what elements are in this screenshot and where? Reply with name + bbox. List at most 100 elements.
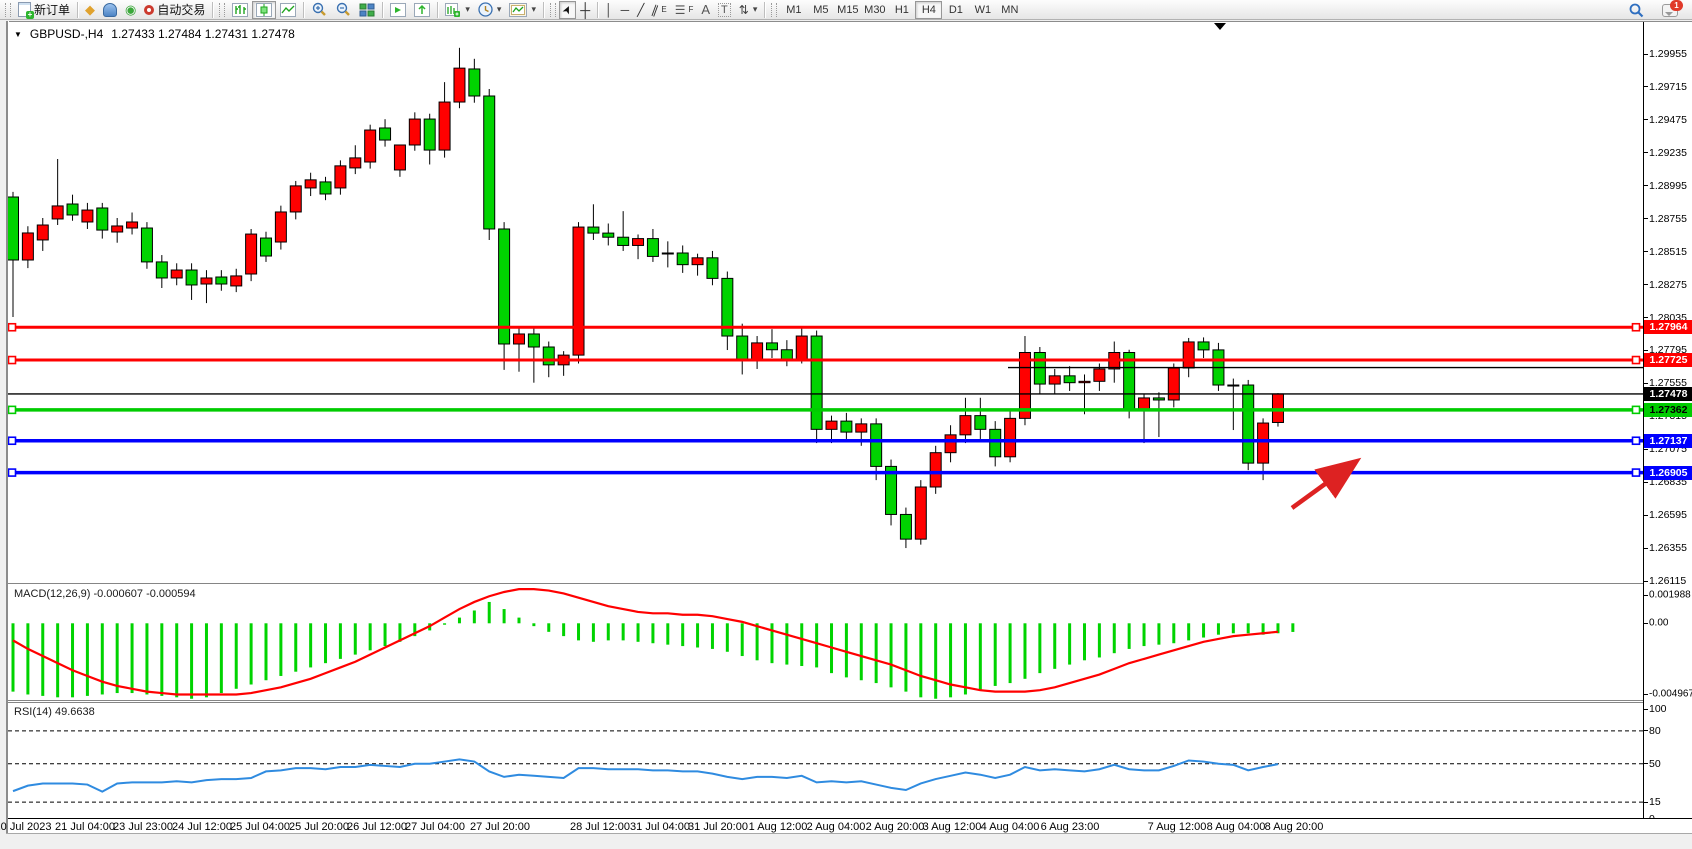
toolbar-separator bbox=[382, 2, 383, 18]
axis-tick bbox=[1644, 350, 1648, 351]
bar-chart-button[interactable] bbox=[228, 1, 252, 19]
zoom-in-button[interactable] bbox=[307, 1, 331, 19]
price-axis-label: 1.28275 bbox=[1649, 279, 1687, 291]
candle-chart-button[interactable] bbox=[252, 1, 276, 19]
timeframe-m30[interactable]: M30 bbox=[861, 1, 888, 19]
time-axis-label: 20 Jul 2023 bbox=[0, 821, 51, 833]
gold-icon: ◆ bbox=[85, 4, 95, 16]
chart-shift-icon bbox=[414, 3, 430, 17]
chart-forward-button[interactable] bbox=[386, 1, 410, 19]
price-axis-label: 1.29235 bbox=[1649, 147, 1687, 159]
dropdown-caret-icon: ▾ bbox=[531, 4, 536, 15]
toolbar-grip[interactable] bbox=[771, 3, 777, 17]
rsi-panel[interactable]: RSI(14) 49.6638 bbox=[8, 703, 1643, 818]
community-button[interactable] bbox=[99, 1, 121, 19]
template-button[interactable]: ▾ bbox=[505, 1, 540, 19]
search-button[interactable] bbox=[1624, 1, 1648, 19]
timeframe-w1[interactable]: W1 bbox=[969, 1, 996, 19]
axis-tick bbox=[1644, 317, 1648, 318]
macd-panel[interactable]: MACD(12,26,9) -0.000607 -0.000594 bbox=[8, 585, 1643, 700]
signal-button[interactable]: ◉ bbox=[121, 1, 140, 19]
price-axis[interactable]: 1.299551.297151.294751.292351.289951.287… bbox=[1643, 22, 1692, 833]
timeframe-m5[interactable]: M5 bbox=[807, 1, 834, 19]
line-chart-button[interactable] bbox=[276, 1, 300, 19]
axis-tick bbox=[1644, 152, 1648, 153]
timeframe-m1[interactable]: M1 bbox=[780, 1, 807, 19]
time-axis-label: 25 Jul 20:00 bbox=[289, 821, 349, 833]
macd-axis-label: -0.004967 bbox=[1649, 689, 1692, 700]
toolbar-separator bbox=[303, 2, 304, 18]
toolbar-grip[interactable] bbox=[550, 3, 556, 17]
candlestick-chart bbox=[8, 22, 1643, 583]
new-order-label: 新订单 bbox=[34, 1, 70, 18]
toolbar: + 新订单 ◆ ◉ 自动交易 ▾ bbox=[0, 0, 1692, 20]
axis-tick bbox=[1644, 449, 1648, 450]
channel-tool-button[interactable]: ∥E bbox=[648, 1, 670, 19]
toolbar-grip[interactable] bbox=[5, 3, 11, 17]
axis-tick bbox=[1644, 581, 1648, 582]
period-button[interactable]: ▾ bbox=[474, 1, 506, 19]
axis-tick bbox=[1644, 802, 1648, 803]
new-order-button[interactable]: + 新订单 bbox=[14, 1, 74, 19]
time-axis-label: 25 Jul 04:00 bbox=[230, 821, 290, 833]
line-chart-icon bbox=[280, 3, 296, 17]
price-axis-label: 1.29955 bbox=[1649, 48, 1687, 60]
price-axis-label: 1.26115 bbox=[1649, 575, 1686, 587]
symbol-header: ▼ GBPUSD-,H4 1.27433 1.27484 1.27431 1.2… bbox=[14, 27, 295, 41]
timeframe-m15[interactable]: M15 bbox=[834, 1, 861, 19]
axis-tick bbox=[1644, 251, 1648, 252]
new-order-icon: + bbox=[18, 2, 31, 17]
timeframe-d1[interactable]: D1 bbox=[942, 1, 969, 19]
price-axis-label: 1.26595 bbox=[1649, 509, 1687, 521]
time-axis-label: 8 Aug 04:00 bbox=[1207, 821, 1266, 833]
arrows-tool-button[interactable]: ⇅ ▾ bbox=[735, 1, 762, 19]
timeframe-mn[interactable]: MN bbox=[996, 1, 1023, 19]
label-tool-button[interactable]: T bbox=[714, 1, 735, 19]
cursor-tool-button[interactable]: ➤ bbox=[559, 1, 576, 19]
time-axis-label: 28 Jul 12:00 bbox=[570, 821, 630, 833]
trendline-tool-button[interactable]: ╱ bbox=[633, 1, 648, 19]
axis-tick bbox=[1644, 218, 1648, 219]
clock-icon bbox=[478, 2, 493, 17]
chart-shift-marker[interactable] bbox=[1214, 23, 1226, 30]
autotrade-icon bbox=[144, 5, 154, 15]
timeframe-h4[interactable]: H4 bbox=[915, 1, 942, 19]
time-axis-label: 23 Jul 23:00 bbox=[113, 821, 173, 833]
time-axis-label: 2 Aug 20:00 bbox=[866, 821, 925, 833]
bottom-strip bbox=[6, 833, 1692, 849]
toolbar-separator bbox=[77, 2, 78, 18]
time-axis-label: 6 Aug 23:00 bbox=[1041, 821, 1100, 833]
axis-tick bbox=[1644, 54, 1648, 55]
crosshair-tool-button[interactable]: ┼ bbox=[576, 1, 594, 19]
rsi-axis-label: 80 bbox=[1649, 725, 1661, 737]
new-chart-button[interactable]: ▾ bbox=[441, 1, 474, 19]
macd-title: MACD(12,26,9) -0.000607 -0.000594 bbox=[14, 588, 196, 600]
price-panel[interactable]: ▼ GBPUSD-,H4 1.27433 1.27484 1.27431 1.2… bbox=[8, 22, 1643, 583]
arrows-tool-icon: ⇅ bbox=[739, 4, 749, 16]
chart-shift-button[interactable] bbox=[410, 1, 434, 19]
time-axis-label: 27 Jul 20:00 bbox=[470, 821, 530, 833]
macd-chart bbox=[8, 585, 1643, 700]
axis-tick bbox=[1644, 482, 1648, 483]
toolbar-grip[interactable] bbox=[219, 3, 225, 17]
hline-tool-button[interactable]: ─ bbox=[617, 1, 634, 19]
axis-tick bbox=[1644, 623, 1648, 624]
timeframe-h1[interactable]: H1 bbox=[888, 1, 915, 19]
search-icon bbox=[1628, 2, 1644, 18]
gold-button[interactable]: ◆ bbox=[81, 1, 99, 19]
tile-windows-button[interactable] bbox=[355, 1, 379, 19]
axis-tick bbox=[1644, 515, 1648, 516]
rsi-axis-label: 15 bbox=[1649, 796, 1661, 808]
vline-tool-button[interactable]: │ bbox=[601, 1, 617, 19]
time-axis[interactable]: 20 Jul 202321 Jul 04:0023 Jul 23:0024 Ju… bbox=[8, 818, 1692, 833]
text-tool-button[interactable]: A bbox=[697, 1, 714, 19]
rsi-title: RSI(14) 49.6638 bbox=[14, 706, 95, 718]
toolbar-separator bbox=[437, 2, 438, 18]
chat-button[interactable]: 1 bbox=[1658, 1, 1682, 19]
fibonacci-tool-button[interactable]: ☰F bbox=[671, 1, 698, 19]
symbol-label: GBPUSD-,H4 bbox=[30, 27, 103, 41]
collapse-caret-icon[interactable]: ▼ bbox=[14, 30, 22, 39]
autotrade-button[interactable]: 自动交易 bbox=[140, 1, 209, 19]
rsi-axis-label: 100 bbox=[1649, 703, 1667, 715]
zoom-out-button[interactable] bbox=[331, 1, 355, 19]
